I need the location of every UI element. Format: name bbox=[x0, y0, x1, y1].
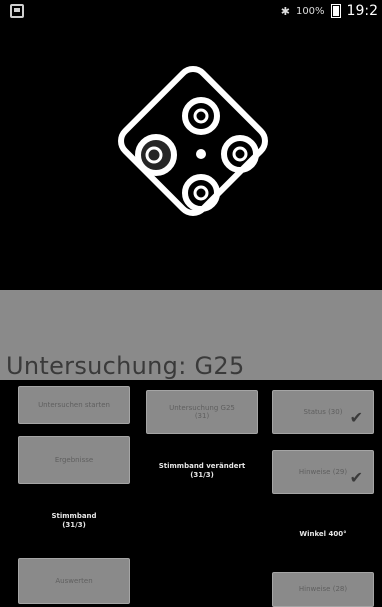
info-left-sub: (31/3) bbox=[62, 521, 86, 530]
ring-right bbox=[221, 135, 259, 173]
info-right-title: Winkel 400° bbox=[299, 530, 347, 538]
info-left: Stimmband (31/3) bbox=[18, 512, 130, 530]
examination-button[interactable]: Untersuchung G25 (31) bbox=[146, 390, 258, 434]
battery-percent: 100% bbox=[295, 5, 325, 17]
info-middle: Stimmband verändert (31/3) bbox=[146, 462, 258, 480]
info-left-title: Stimmband bbox=[51, 512, 97, 520]
camera-preview bbox=[0, 26, 382, 290]
gallery-icon bbox=[10, 4, 24, 18]
hints-secondary-button[interactable]: Hinweise (28) bbox=[272, 572, 374, 607]
status-bar: ✱ 100% 19:2 bbox=[0, 0, 382, 26]
evaluate-button[interactable]: Auswerten bbox=[18, 558, 130, 604]
diamond-target-icon bbox=[118, 66, 268, 216]
status-indicators: ✱ 100% 19:2 bbox=[281, 3, 378, 19]
center-dot bbox=[196, 149, 206, 159]
ring-left-active bbox=[135, 134, 177, 176]
evaluate-label: Auswerten bbox=[55, 576, 93, 585]
ring-bottom bbox=[182, 174, 220, 212]
ring-top bbox=[182, 97, 220, 135]
hints-secondary-label: Hinweise (28) bbox=[298, 585, 348, 594]
ring-bottom-inner bbox=[193, 185, 209, 201]
hints-label: Hinweise (29) bbox=[298, 467, 348, 476]
info-right: Winkel 400° bbox=[272, 530, 374, 539]
ring-right-inner bbox=[232, 146, 248, 162]
status-label: Status (30) bbox=[303, 407, 343, 416]
examination-sub: (31) bbox=[194, 412, 210, 420]
check-icon: ✔ bbox=[349, 407, 363, 427]
examination-label: Untersuchung G25 bbox=[169, 403, 235, 412]
bluetooth-icon: ✱ bbox=[280, 4, 290, 18]
results-button[interactable]: Ergebnisse bbox=[18, 436, 130, 484]
ring-top-inner bbox=[193, 108, 209, 124]
battery-icon bbox=[330, 4, 341, 18]
page-title: Untersuchung: G25 bbox=[6, 352, 245, 380]
start-examination-button[interactable]: Untersuchen starten bbox=[18, 386, 130, 424]
clock: 19:2 bbox=[346, 3, 378, 19]
info-middle-sub: (31/3) bbox=[190, 471, 214, 480]
results-label: Ergebnisse bbox=[54, 455, 94, 464]
check-icon: ✔ bbox=[349, 467, 363, 487]
hints-button[interactable]: Hinweise (29) ✔ bbox=[272, 450, 374, 494]
start-examination-label: Untersuchen starten bbox=[38, 400, 110, 409]
status-button[interactable]: Status (30) ✔ bbox=[272, 390, 374, 434]
info-middle-title: Stimmband verändert bbox=[158, 462, 246, 470]
